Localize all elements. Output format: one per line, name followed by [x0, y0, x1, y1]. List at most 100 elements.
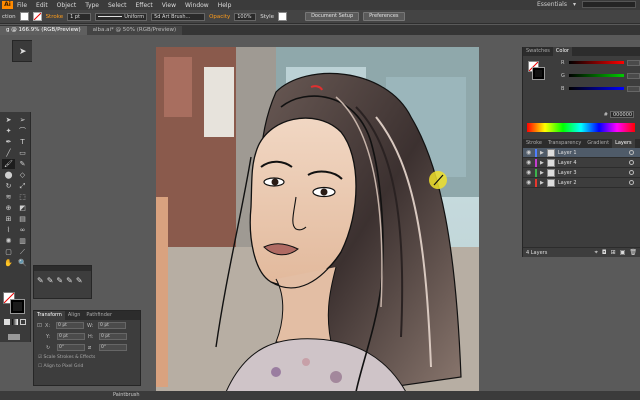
stroke-label[interactable]: Stroke — [46, 14, 64, 20]
brush-preset-4-icon[interactable]: ✎ — [66, 276, 73, 285]
make-clipping-mask-icon[interactable]: ◘ — [602, 249, 607, 256]
tab-color[interactable]: Color — [552, 47, 572, 56]
gradient-tool-icon[interactable]: ▤ — [16, 214, 29, 224]
x-field[interactable]: 0 pt — [56, 322, 85, 329]
tab-pathfinder[interactable]: Pathfinder — [83, 311, 115, 320]
layer-target-icon[interactable] — [629, 170, 634, 175]
rectangle-tool-icon[interactable]: ▭ — [16, 148, 29, 158]
column-graph-tool-icon[interactable]: ▥ — [16, 236, 29, 246]
paintbrush-tool-icon[interactable]: 🖌 — [2, 159, 15, 169]
magic-wand-tool-icon[interactable]: ✦ — [2, 126, 15, 136]
expand-arrow-icon[interactable]: ▶ — [540, 150, 544, 156]
document-setup-button[interactable]: Document Setup — [305, 12, 360, 21]
line-tool-icon[interactable]: ╱ — [2, 148, 15, 158]
tab-swatches[interactable]: Swatches — [523, 47, 553, 56]
eraser-tool-icon[interactable]: ◇ — [16, 170, 29, 180]
brush-preset-1-icon[interactable]: ✎ — [37, 276, 44, 285]
layer-target-icon[interactable] — [629, 180, 634, 185]
stroke-swatch[interactable] — [32, 12, 42, 21]
eye-icon[interactable]: ◉ — [526, 169, 532, 176]
menu-file[interactable]: File — [17, 2, 27, 9]
direct-selection-tool-icon[interactable]: ➢ — [16, 115, 29, 125]
scale-tool-icon[interactable]: ⤢ — [16, 181, 29, 191]
mesh-tool-icon[interactable]: ⊞ — [2, 214, 15, 224]
menu-window[interactable]: Window — [185, 2, 209, 9]
blob-brush-tool-icon[interactable]: ⬤ — [2, 170, 15, 180]
tab-transparency[interactable]: Transparency — [545, 139, 584, 148]
green-slider[interactable] — [568, 74, 624, 77]
color-spectrum[interactable] — [527, 123, 635, 132]
layer-row[interactable]: ◉ ▶ Layer 3 — [523, 168, 640, 178]
menu-select[interactable]: Select — [108, 2, 127, 9]
tab-gradient[interactable]: Gradient — [584, 139, 612, 148]
layer-row[interactable]: ◉ ▶ Layer 1 — [523, 148, 640, 158]
locate-object-icon[interactable]: ⌖ — [595, 249, 598, 257]
hex-field[interactable]: 000000 — [610, 111, 634, 118]
lasso-tool-icon[interactable]: ⌒ — [16, 126, 29, 136]
opacity-field[interactable]: 100% — [234, 12, 257, 21]
menu-effect[interactable]: Effect — [136, 2, 153, 9]
tab-stroke[interactable]: Stroke — [523, 139, 545, 148]
eye-icon[interactable]: ◉ — [526, 159, 532, 166]
h-field[interactable]: 0 pt — [99, 333, 127, 340]
layer-row[interactable]: ◉ ▶ Layer 4 — [523, 158, 640, 168]
workspace-switcher[interactable]: Essentials — [537, 1, 567, 8]
brush-select[interactable]: 5d Art Brush... — [151, 12, 206, 21]
rotate-tool-icon[interactable]: ↻ — [2, 181, 15, 191]
zoom-tool-icon[interactable]: 🔍 — [16, 258, 29, 268]
menu-object[interactable]: Object — [57, 2, 77, 9]
stroke-weight-field[interactable]: 1 pt — [67, 12, 92, 21]
tab-layers[interactable]: Layers — [612, 139, 635, 148]
layer-target-icon[interactable] — [629, 160, 634, 165]
blue-slider[interactable] — [568, 87, 624, 90]
shear-field[interactable]: 0° — [99, 344, 127, 351]
perspective-tool-icon[interactable]: ◩ — [16, 203, 29, 213]
eyedropper-tool-icon[interactable]: ⌇ — [2, 225, 15, 235]
selection-arrow-icon[interactable]: ➤ — [19, 47, 27, 57]
brush-preset-2-icon[interactable]: ✎ — [47, 276, 54, 285]
gradient-mode-icon[interactable] — [12, 319, 18, 325]
blue-field[interactable] — [626, 85, 640, 92]
red-field[interactable] — [626, 59, 640, 66]
opacity-label[interactable]: Opacity — [209, 14, 230, 20]
brush-preset-5-icon[interactable]: ✎ — [76, 276, 83, 285]
fill-swatch[interactable] — [19, 12, 29, 21]
type-tool-icon[interactable]: T — [16, 137, 29, 147]
color-stroke-box[interactable] — [532, 67, 545, 80]
green-field[interactable] — [626, 72, 640, 79]
tab-document-1[interactable]: g @ 166.9% (RGB/Preview) — [0, 26, 87, 35]
scale-strokes-checkbox[interactable]: ☑ Scale Strokes & Effects — [34, 353, 140, 362]
stroke-color-box[interactable] — [10, 299, 25, 314]
layer-row[interactable]: ◉ ▶ Layer 2 — [523, 178, 640, 188]
profile-select[interactable]: Uniform — [95, 12, 148, 21]
none-mode-icon[interactable] — [20, 319, 26, 325]
tab-transform[interactable]: Transform — [34, 311, 65, 320]
expand-arrow-icon[interactable]: ▶ — [540, 160, 544, 166]
status-tool-name[interactable]: Paintbrush — [113, 392, 140, 398]
reference-point-icon[interactable]: ⊡ — [37, 322, 42, 329]
style-swatch[interactable] — [278, 12, 288, 21]
selection-tool-icon[interactable]: ➤ — [2, 115, 15, 125]
menu-view[interactable]: View — [162, 2, 176, 9]
shape-builder-tool-icon[interactable]: ⊕ — [2, 203, 15, 213]
width-tool-icon[interactable]: ≋ — [2, 192, 15, 202]
search-input[interactable] — [582, 1, 636, 8]
layer-target-icon[interactable] — [629, 150, 634, 155]
tab-document-2[interactable]: alba.ai* @ 50% (RGB/Preview) — [86, 26, 183, 35]
pencil-tool-icon[interactable]: ✎ — [16, 159, 29, 169]
menu-type[interactable]: Type — [85, 2, 99, 9]
red-slider[interactable] — [568, 61, 624, 64]
preferences-button[interactable]: Preferences — [363, 12, 405, 21]
tab-align[interactable]: Align — [65, 311, 84, 320]
align-pixel-checkbox[interactable]: ☐ Align to Pixel Grid — [34, 362, 140, 371]
expand-arrow-icon[interactable]: ▶ — [540, 170, 544, 176]
expand-arrow-icon[interactable]: ▶ — [540, 180, 544, 186]
y-field[interactable]: 0 pt — [57, 333, 85, 340]
hand-tool-icon[interactable]: ✋ — [2, 258, 15, 268]
rotate-field[interactable]: 0° — [57, 344, 85, 351]
brush-preset-3-icon[interactable]: ✎ — [56, 276, 63, 285]
menu-edit[interactable]: Edit — [36, 2, 48, 9]
blend-tool-icon[interactable]: ∞ — [16, 225, 29, 235]
artboard-tool-icon[interactable]: ▢ — [2, 247, 15, 257]
screen-mode-icon[interactable] — [8, 334, 20, 340]
